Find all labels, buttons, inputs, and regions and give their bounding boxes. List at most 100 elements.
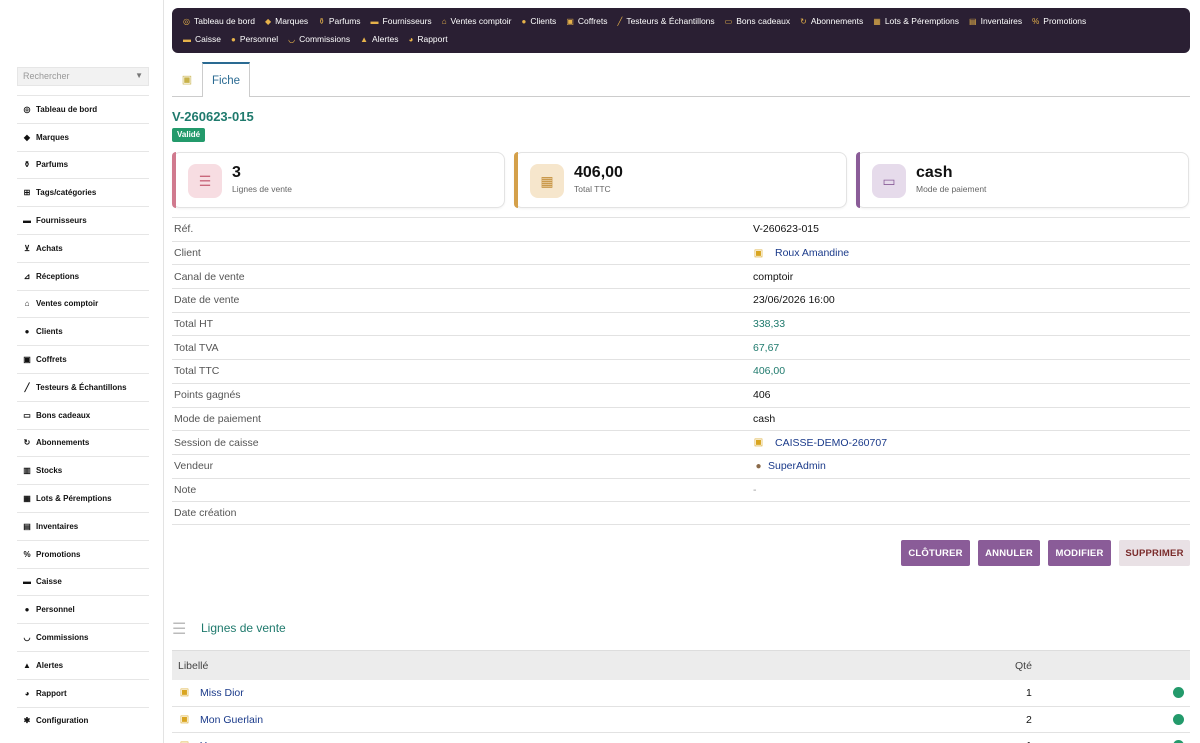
clipboard-icon: ▤ — [23, 521, 31, 531]
detail-value: - — [753, 484, 757, 496]
sidebar-item-label: Promotions — [36, 549, 81, 559]
top-nav-item[interactable]: ◡ Commissions — [288, 34, 350, 44]
detail-row: Réf. V-260623-015 — [172, 217, 1190, 241]
sidebar-item[interactable]: ◕ Rapport — [17, 678, 149, 707]
section-title: Lignes de vente — [201, 621, 286, 635]
detail-value[interactable]: ● SuperAdmin — [753, 460, 826, 472]
sidebar-item[interactable]: ◎ Tableau de bord — [17, 95, 149, 123]
tab-fiche-label: Fiche — [211, 74, 241, 87]
sidebar-item[interactable]: ▦ Lots & Péremptions — [17, 484, 149, 512]
list-icon: ☰ — [172, 621, 187, 638]
sidebar-item-label: Rapport — [36, 688, 67, 698]
status-dot — [1173, 713, 1184, 725]
sidebar-item-label: Fournisseurs — [36, 216, 87, 226]
cancel-button[interactable]: ANNULER — [978, 540, 1040, 566]
dashboard-icon: ◎ — [23, 104, 31, 114]
detail-value-text[interactable]: Roux Amandine — [775, 247, 849, 259]
sidebar-item-label: Marques — [36, 132, 69, 142]
top-navigation: ◎ Tableau de bord ◆ Marques ⚱ Parfums ▬ Fournis… — [172, 8, 1190, 53]
sidebar-item[interactable]: ● Clients — [17, 317, 149, 345]
sidebar-item[interactable]: ↻ Abonnements — [17, 428, 149, 457]
top-nav-item[interactable]: ▦ Lots & Péremptions — [873, 16, 959, 26]
search-select[interactable]: Rechercher ▼ — [17, 67, 149, 86]
detail-row: Total TVA 67,67 — [172, 335, 1190, 359]
detail-value: 23/06/2026 16:00 — [753, 294, 835, 306]
sidebar-item[interactable]: ▤ Inventaires — [17, 511, 149, 540]
sidebar-item[interactable]: ⊿ Réceptions — [17, 261, 149, 290]
detail-row: Date création — [172, 501, 1190, 525]
perfume-icon: ⚱ — [23, 160, 31, 170]
status-badge: Validé — [172, 128, 206, 142]
top-nav-item[interactable]: ▬ Fournisseurs — [371, 16, 432, 26]
sidebar-item-label: Coffrets — [36, 355, 67, 365]
sidebar-item[interactable]: ⊞ Tags/catégories — [17, 178, 149, 206]
status-dot — [1173, 687, 1184, 698]
percent-icon: % — [23, 549, 31, 559]
sidebar-item[interactable]: ◆ Marques — [17, 122, 149, 151]
top-nav-label: Commissions — [299, 34, 351, 44]
sidebar-item[interactable]: ▥ Stocks — [17, 456, 149, 484]
sidebar-item[interactable]: ▲ Alertes — [17, 650, 149, 679]
sidebar-item[interactable]: ⊻ Achats — [17, 233, 149, 262]
top-nav-label: Clients — [530, 16, 557, 26]
sidebar-item-label: Testeurs & Échantillons — [36, 382, 127, 392]
top-nav-item[interactable]: ⌂ Ventes comptoir — [442, 16, 512, 26]
detail-value[interactable]: ▣ Roux Amandine — [753, 247, 849, 259]
detail-value-text[interactable]: CAISSE-DEMO-260707 — [775, 437, 887, 449]
top-nav-item[interactable]: ⚱ Parfums — [318, 16, 360, 26]
detail-value-text: V-260623-015 — [753, 223, 819, 236]
sidebar-item[interactable]: ▬ Caisse — [17, 567, 149, 596]
sidebar-item-label: Ventes comptoir — [36, 299, 99, 309]
top-nav-item[interactable]: ● Clients — [521, 16, 556, 26]
perfume-icon: ⚱ — [318, 16, 325, 26]
tab-icon-home[interactable]: ▣ — [172, 62, 202, 97]
edit-button[interactable]: MODIFIER — [1048, 540, 1111, 566]
sidebar-item-label: Personnel — [36, 605, 75, 615]
delete-button[interactable]: SUPPRIMER — [1119, 540, 1190, 566]
sidebar-item[interactable]: ⚱ Parfums — [17, 150, 149, 179]
search-placeholder: Rechercher — [23, 71, 70, 81]
sidebar-item-label: Clients — [36, 327, 63, 337]
top-nav-item[interactable]: ▭ Bons cadeaux — [725, 16, 790, 26]
chart-pie-icon: ◕ — [24, 688, 30, 698]
sidebar-item[interactable]: ▣ Coffrets — [17, 345, 149, 373]
top-nav-item[interactable]: ◆ Marques — [265, 16, 308, 26]
sidebar-item[interactable]: ╱ Testeurs & Échantillons — [17, 372, 149, 401]
eyedropper-icon: ╱ — [24, 382, 30, 392]
top-nav-item[interactable]: ◕ Rapport — [409, 34, 448, 44]
sidebar-item[interactable]: ▬ Fournisseurs — [17, 206, 149, 234]
top-nav-label: Inventaires — [980, 16, 1023, 26]
sidebar-item[interactable]: ● Personnel — [17, 595, 149, 623]
top-nav-item[interactable]: ▣ Coffrets — [566, 16, 607, 26]
stat-value: cash — [916, 164, 953, 181]
top-nav-item[interactable]: ▬ Caisse — [183, 34, 221, 44]
top-nav-row-1: ◎ Tableau de bord ◆ Marques ⚱ Parfums ▬ Fournis… — [178, 12, 1184, 30]
top-nav-label: Personnel — [239, 34, 279, 44]
top-nav-label: Rapport — [417, 34, 448, 44]
sidebar-item[interactable]: % Promotions — [17, 539, 149, 568]
sidebar-item[interactable]: ◡ Commissions — [17, 623, 149, 651]
top-nav-item[interactable]: ↻ Abonnements — [800, 16, 863, 26]
warning-icon: ▲ — [23, 660, 31, 670]
top-nav-item[interactable]: ▤ Inventaires — [969, 16, 1022, 26]
detail-key: Total TTC — [174, 365, 220, 378]
top-nav-item[interactable]: ╱ Testeurs & Échantillons — [617, 16, 714, 26]
tab-fiche[interactable]: Fiche — [202, 62, 250, 97]
list-icon: ☰ — [188, 164, 222, 198]
top-nav-item[interactable]: % Promotions — [1032, 16, 1086, 26]
sidebar-item[interactable]: ▭ Bons cadeaux — [17, 400, 149, 429]
line-product-link[interactable]: Mon Guerlain — [200, 714, 263, 726]
top-nav-item[interactable]: ◎ Tableau de bord — [183, 16, 255, 26]
top-nav-label: Lots & Péremptions — [884, 16, 960, 26]
cash-register-icon: ▬ — [23, 577, 31, 587]
sidebar-item[interactable]: ✱ Configuration — [17, 706, 149, 735]
sidebar-item[interactable]: ⌂ Ventes comptoir — [17, 289, 149, 318]
top-nav-item[interactable]: ● Personnel — [231, 34, 278, 44]
close-button[interactable]: CLÔTURER — [901, 540, 970, 566]
detail-key: Note — [174, 483, 197, 496]
detail-value-text[interactable]: SuperAdmin — [768, 460, 826, 472]
top-nav-item[interactable]: ▲ Alertes — [360, 34, 398, 44]
detail-value[interactable]: ▣ CAISSE-DEMO-260707 — [753, 437, 887, 449]
line-product-link[interactable]: Miss Dior — [200, 687, 244, 699]
credit-card-icon: ▭ — [872, 164, 906, 198]
